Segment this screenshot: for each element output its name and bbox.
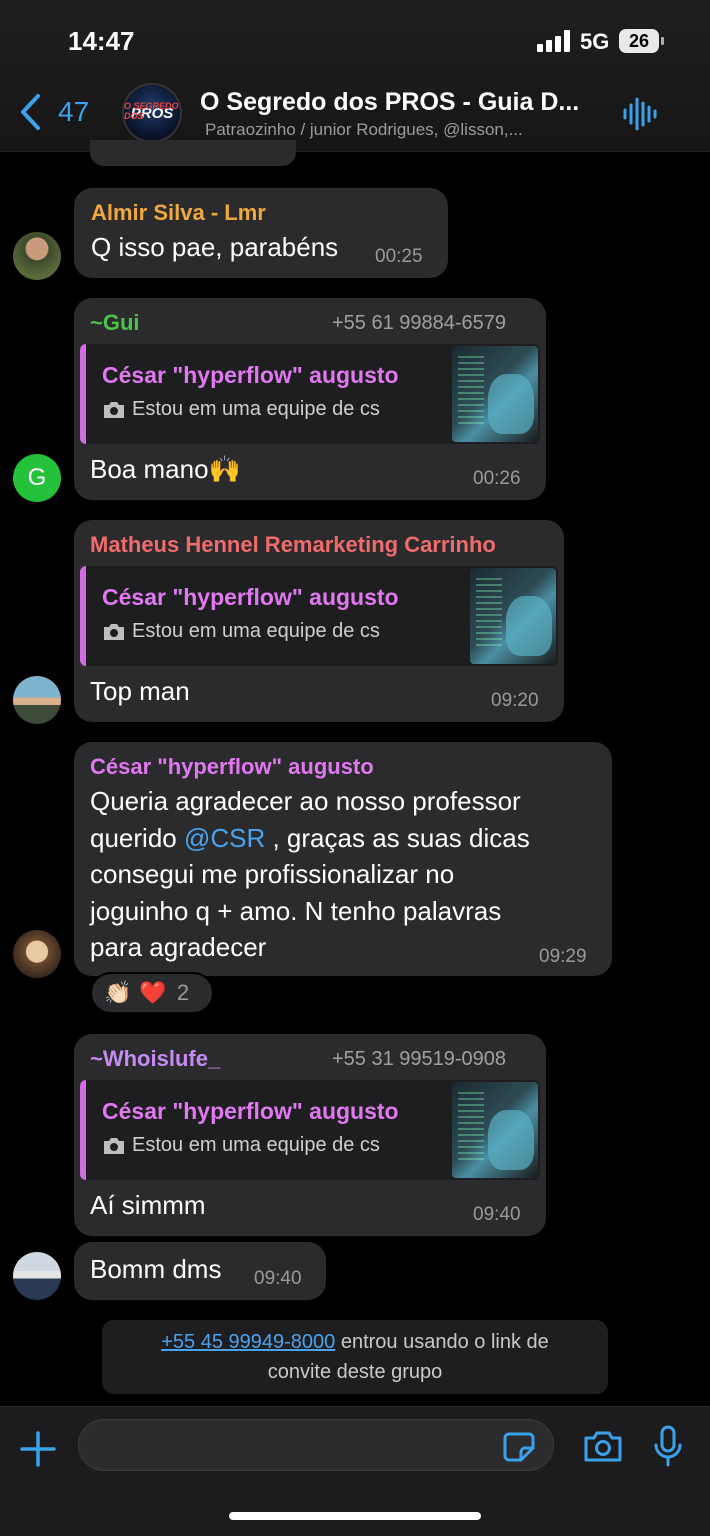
battery-icon: 26 xyxy=(619,29,664,53)
quote-sender: César "hyperflow" augusto xyxy=(102,1098,399,1124)
chevron-left-icon xyxy=(21,94,40,130)
microphone-icon[interactable] xyxy=(652,1425,684,1467)
sender-name[interactable]: César "hyperflow" augusto xyxy=(90,754,374,780)
signal-icon xyxy=(537,30,571,52)
message-bubble[interactable]: ~Whoislufe_ +55 31 99519-0908 César "hyp… xyxy=(74,1034,546,1236)
message-bubble[interactable]: ~Gui +55 61 99884-6579 César "hyperflow"… xyxy=(74,298,546,500)
message-line-part: querido xyxy=(90,822,184,853)
quote-thumbnail xyxy=(452,346,538,442)
quote-text-row: Estou em uma equipe de cs xyxy=(102,1134,380,1157)
quote-sender: César "hyperflow" augusto xyxy=(102,584,399,610)
avatar[interactable] xyxy=(13,676,61,724)
reaction-pill[interactable]: 👏🏻 ❤️ 2 xyxy=(90,972,214,1014)
quote-text: Estou em uma equipe de cs xyxy=(132,398,380,420)
message-time: 09:20 xyxy=(491,690,539,711)
partial-reaction-bar xyxy=(90,140,296,166)
photo-icon xyxy=(104,623,124,640)
quote-text: Estou em uma equipe de cs xyxy=(132,620,380,642)
message-time: 00:25 xyxy=(375,246,423,267)
quote-sender: César "hyperflow" augusto xyxy=(102,362,399,388)
message-input[interactable] xyxy=(78,1419,554,1471)
photo-icon xyxy=(104,401,124,418)
system-text: entrou usando o link de xyxy=(335,1331,549,1353)
system-line: convite deste grupo xyxy=(267,1361,443,1383)
sender-name[interactable]: Matheus Hennel Remarketing Carrinho xyxy=(90,532,496,558)
system-message: +55 45 99949-8000 entrou usando o link d… xyxy=(102,1320,608,1394)
home-indicator[interactable] xyxy=(229,1512,481,1520)
quote-thumbnail xyxy=(470,568,556,664)
quote-bar xyxy=(80,566,86,666)
sender-phone: +55 31 99519-0908 xyxy=(332,1048,507,1070)
avatar[interactable] xyxy=(13,1252,61,1300)
sender-name[interactable]: ~Whoislufe_ xyxy=(90,1046,220,1072)
chat-title[interactable]: O Segredo dos PROS - Guia D... xyxy=(200,88,579,117)
sender-name[interactable]: ~Gui xyxy=(90,310,140,336)
message-time: 09:40 xyxy=(473,1204,521,1225)
avatar-letter: G xyxy=(27,464,47,491)
network-label: 5G xyxy=(580,29,610,54)
message-bubble[interactable]: Almir Silva - Lmr Q isso pae, parabéns 0… xyxy=(74,188,448,278)
quote-bar xyxy=(80,344,86,444)
phone-link[interactable]: +55 45 99949-8000 xyxy=(161,1331,335,1353)
message-time: 00:26 xyxy=(473,468,521,489)
message-line: Queria agradecer ao nosso professor xyxy=(90,786,521,816)
message-text: Q isso pae, parabéns xyxy=(91,232,339,262)
clap-emoji: 👏🏻 xyxy=(104,980,132,1005)
voice-chat-icon[interactable] xyxy=(622,96,658,132)
message-bubble[interactable]: Bomm dms 09:40 xyxy=(74,1242,326,1300)
message-bubble[interactable]: César "hyperflow" augusto Queria agradec… xyxy=(74,742,612,976)
message-line: querido @CSR , graças as suas dicas xyxy=(90,820,530,857)
top-bar: 14:47 5G 26 47 O SEGREDO DOS PROS O Segr… xyxy=(0,0,710,152)
back-button[interactable]: 47 xyxy=(18,92,89,132)
message-text: Bomm dms xyxy=(90,1254,222,1284)
sender-name[interactable]: Almir Silva - Lmr xyxy=(91,200,266,226)
photo-icon xyxy=(104,1137,124,1154)
reply-quote[interactable]: César "hyperflow" augusto Estou em uma e… xyxy=(80,1080,540,1180)
group-avatar[interactable]: O SEGREDO DOS PROS xyxy=(122,83,182,143)
camera-icon[interactable] xyxy=(583,1429,623,1463)
quote-text-row: Estou em uma equipe de cs xyxy=(102,398,380,421)
message-text: Boa mano🙌 xyxy=(90,454,241,484)
reply-quote[interactable]: César "hyperflow" augusto Estou em uma e… xyxy=(80,566,558,666)
message-text: Aí simmm xyxy=(90,1190,206,1220)
quote-thumbnail xyxy=(452,1082,538,1178)
system-line: +55 45 99949-8000 entrou usando o link d… xyxy=(102,1327,608,1357)
chat-subtitle[interactable]: Patraozinho / junior Rodrigues, @lisson,… xyxy=(205,120,523,140)
avatar[interactable] xyxy=(13,930,61,978)
avatar-tag: O SEGREDO DOS xyxy=(124,101,179,121)
status-time: 14:47 xyxy=(68,26,135,56)
avatar[interactable]: G xyxy=(13,454,61,502)
plus-icon[interactable] xyxy=(18,1429,58,1469)
message-line: consegui me profissionalizar no xyxy=(90,859,455,889)
mention-link[interactable]: @CSR xyxy=(184,823,265,853)
message-line-part: , graças as suas dicas xyxy=(265,822,530,853)
quote-text-row: Estou em uma equipe de cs xyxy=(102,620,380,643)
sticker-icon[interactable] xyxy=(503,1430,535,1462)
message-text: Top man xyxy=(90,676,190,706)
message-text: Queria agradecer ao nosso professor quer… xyxy=(90,783,530,966)
reply-quote[interactable]: César "hyperflow" augusto Estou em uma e… xyxy=(80,344,540,444)
message-line: joguinho q + amo. N tenho palavras xyxy=(90,895,502,926)
message-bubble[interactable]: Matheus Hennel Remarketing Carrinho Césa… xyxy=(74,520,564,722)
heart-emoji: ❤️ xyxy=(139,980,167,1005)
reaction-count: 2 xyxy=(176,980,190,1005)
unread-count: 47 xyxy=(58,96,90,127)
message-time: 09:29 xyxy=(539,946,587,967)
quote-bar xyxy=(80,1080,86,1180)
message-line: para agradecer xyxy=(90,932,267,962)
avatar[interactable] xyxy=(13,232,61,280)
message-time: 09:40 xyxy=(254,1268,302,1289)
quote-text: Estou em uma equipe de cs xyxy=(132,1134,380,1156)
sender-phone: +55 61 99884-6579 xyxy=(332,312,507,334)
